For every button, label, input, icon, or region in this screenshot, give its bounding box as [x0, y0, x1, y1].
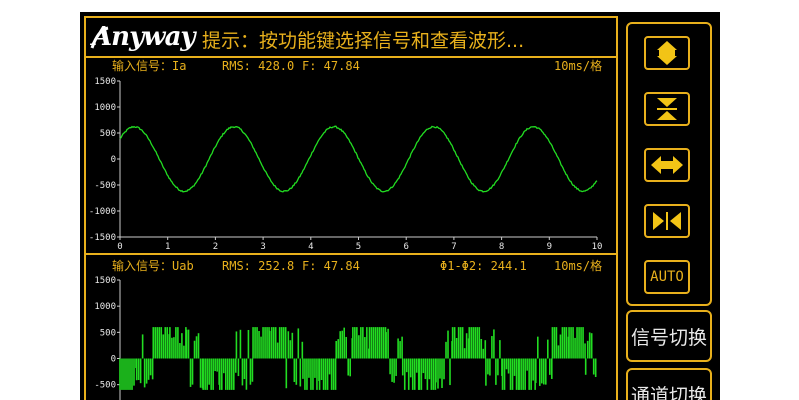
auto-label: AUTO: [650, 269, 684, 285]
control-sidebar: AUTO: [626, 22, 712, 306]
vertical-compress-button[interactable]: [644, 92, 690, 126]
x-tick-label: 7: [451, 242, 456, 252]
vertical-compress-icon: [657, 98, 677, 120]
x-tick-label: 0: [117, 242, 122, 252]
x-tick-label: 8: [499, 242, 504, 252]
y-tick-label: 1000: [94, 103, 116, 113]
x-tick-label: 1: [165, 242, 170, 252]
vertical-expand-icon: [657, 41, 677, 65]
timebase-readout: 10ms/格: [554, 258, 602, 273]
x-tick-label: 9: [547, 242, 552, 252]
horizontal-compress-icon: [653, 212, 681, 230]
waveform-display: 输入信号：Ia RMS: 428.0 F: 47.84 10ms/格150010005…: [89, 58, 603, 400]
y-tick-label: 0: [111, 155, 116, 165]
signal-label: 输入信号：Uab: [112, 258, 194, 273]
y-tick-label: 1500: [94, 276, 116, 286]
auto-button[interactable]: AUTO: [644, 260, 690, 294]
frequency-readout: F: 47.84: [302, 59, 360, 73]
horizontal-expand-icon: [651, 156, 683, 174]
y-tick-label: 1000: [94, 302, 116, 312]
rms-readout: RMS: 252.8: [222, 259, 294, 273]
x-tick-label: 2: [213, 242, 218, 252]
y-tick-label: -1000: [89, 207, 116, 217]
y-tick-label: 500: [100, 328, 116, 338]
channel-switch-button[interactable]: 通道切换: [626, 368, 712, 400]
y-tick-label: -1500: [89, 233, 116, 243]
horizontal-compress-button[interactable]: [644, 204, 690, 238]
x-tick-label: 10: [592, 242, 603, 252]
timebase-readout: 10ms/格: [554, 58, 602, 73]
signal-switch-button[interactable]: 信号切换: [626, 310, 712, 362]
x-tick-label: 4: [308, 242, 313, 252]
signal-label: 输入信号：Ia: [112, 58, 186, 73]
x-tick-label: 3: [260, 242, 265, 252]
phase-readout: Φ1-Φ2: 244.1: [440, 259, 527, 273]
x-tick-label: 6: [403, 242, 408, 252]
y-tick-label: 1500: [94, 77, 116, 87]
horizontal-expand-button[interactable]: [644, 148, 690, 182]
oscilloscope-screen: Anyway 提示：按功能键选择信号和查看波形... 输入信号：Ia RMS: 4…: [80, 12, 720, 400]
frequency-readout: F: 47.84: [302, 259, 360, 273]
uab-waveform-trace: [119, 327, 597, 390]
y-tick-label: -500: [94, 381, 116, 391]
vertical-expand-button[interactable]: [644, 36, 690, 70]
rms-readout: RMS: 428.0: [222, 59, 294, 73]
y-tick-label: 0: [111, 355, 116, 365]
y-tick-label: 500: [100, 129, 116, 139]
y-tick-label: -500: [94, 181, 116, 191]
ia-waveform-trace: [119, 125, 598, 193]
x-tick-label: 5: [356, 242, 361, 252]
